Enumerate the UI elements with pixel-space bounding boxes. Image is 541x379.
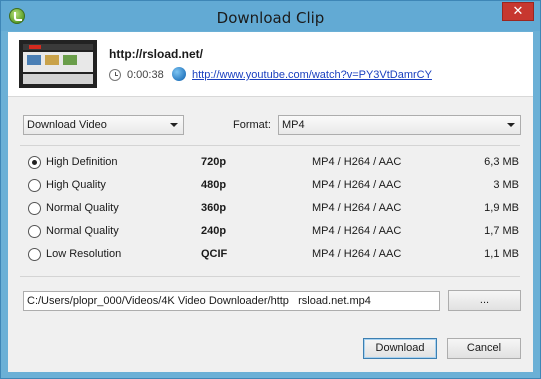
window-title: Download Clip [216, 9, 325, 27]
download-clip-dialog: Download Clip ✕ http://rsload.net/ 0:00:… [0, 0, 541, 379]
quality-radio[interactable] [28, 248, 41, 261]
title-bar[interactable]: Download Clip ✕ [1, 1, 540, 31]
cancel-button[interactable]: Cancel [447, 338, 521, 359]
quality-name: High Definition [46, 156, 118, 168]
quality-radio[interactable] [28, 225, 41, 238]
quality-format: MP4 / H264 / AAC [312, 248, 402, 260]
output-path-input[interactable]: C:/Users/plopr_000/Videos/4K Video Downl… [23, 291, 440, 311]
quality-name: High Quality [46, 179, 106, 191]
quality-size: 1,1 MB [484, 248, 519, 260]
video-thumbnail [19, 40, 97, 88]
quality-radio[interactable] [28, 156, 41, 169]
quality-size: 6,3 MB [484, 156, 519, 168]
quality-format: MP4 / H264 / AAC [312, 179, 402, 191]
quality-resolution: 360p [201, 202, 227, 214]
quality-option[interactable]: High Definition 720p MP4 / H264 / AAC 6,3 M… [8, 154, 533, 172]
quality-resolution: 720p [201, 156, 227, 168]
divider [20, 145, 520, 146]
dialog-body: http://rsload.net/ 0:00:38 http://www.yo… [8, 32, 533, 372]
quality-format: MP4 / H264 / AAC [312, 156, 402, 168]
quality-resolution: 480p [201, 179, 227, 191]
format-value: MP4 [282, 119, 305, 131]
quality-radio[interactable] [28, 202, 41, 215]
clip-url-link[interactable]: http://www.youtube.com/watch?v=PY3VtDamr… [192, 69, 432, 81]
quality-name: Normal Quality [46, 202, 119, 214]
clip-duration: 0:00:38 [127, 69, 164, 81]
clip-info-panel: http://rsload.net/ 0:00:38 http://www.yo… [8, 32, 533, 97]
quality-option[interactable]: Normal Quality 240p MP4 / H264 / AAC 1,7 MB [8, 223, 533, 241]
chevron-down-icon [170, 123, 178, 127]
format-label: Format: [233, 119, 271, 131]
quality-format: MP4 / H264 / AAC [312, 202, 402, 214]
clip-title: http://rsload.net/ [109, 47, 203, 61]
quality-name: Normal Quality [46, 225, 119, 237]
quality-option[interactable]: Normal Quality 360p MP4 / H264 / AAC 1,9 MB [8, 200, 533, 218]
quality-size: 1,7 MB [484, 225, 519, 237]
quality-size: 1,9 MB [484, 202, 519, 214]
quality-resolution: QCIF [201, 248, 228, 260]
quality-resolution: 240p [201, 225, 227, 237]
clock-icon [109, 69, 121, 81]
quality-option[interactable]: Low Resolution QCIF MP4 / H264 / AAC 1,1 MB [8, 246, 533, 264]
format-select[interactable]: MP4 [278, 115, 521, 135]
divider [20, 276, 520, 277]
close-button[interactable]: ✕ [502, 2, 534, 21]
quality-size: 3 MB [493, 179, 519, 191]
download-button[interactable]: Download [363, 338, 437, 359]
quality-format: MP4 / H264 / AAC [312, 225, 402, 237]
download-mode-value: Download Video [27, 119, 107, 131]
quality-name: Low Resolution [46, 248, 122, 260]
quality-option[interactable]: High Quality 480p MP4 / H264 / AAC 3 MB [8, 177, 533, 195]
chevron-down-icon [507, 123, 515, 127]
browse-button[interactable]: ... [448, 290, 521, 311]
download-mode-select[interactable]: Download Video [23, 115, 184, 135]
globe-icon [172, 67, 186, 81]
quality-radio[interactable] [28, 179, 41, 192]
